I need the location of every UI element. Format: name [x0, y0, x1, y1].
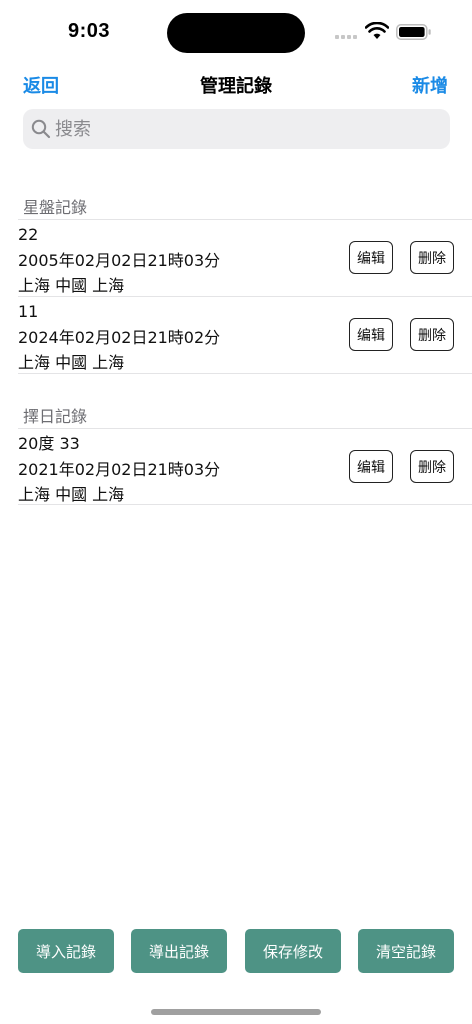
- divider: [18, 504, 472, 505]
- record-datetime: 2021年02月02日21時03分: [18, 459, 221, 479]
- record-text: 22 2005年02月02日21時03分 上海 中國 上海: [18, 222, 220, 299]
- divider: [18, 296, 472, 297]
- import-records-button[interactable]: 導入記錄: [18, 929, 114, 973]
- cellular-signal-icon: [335, 35, 357, 39]
- record-location: 上海 中國 上海: [18, 276, 125, 295]
- delete-button[interactable]: 删除: [410, 318, 454, 351]
- export-records-button[interactable]: 導出記錄: [131, 929, 227, 973]
- record-row[interactable]: 22 2005年02月02日21時03分 上海 中國 上海 编辑 删除: [0, 222, 472, 295]
- record-location: 上海 中國 上海: [18, 353, 125, 372]
- page-title: 管理記錄: [200, 76, 272, 97]
- edit-button[interactable]: 编辑: [349, 241, 393, 274]
- battery-icon: [396, 24, 431, 40]
- search-icon: [31, 119, 51, 139]
- wifi-icon: [365, 22, 389, 39]
- record-row[interactable]: 11 2024年02月02日21時02分 上海 中國 上海 编辑 删除: [0, 299, 472, 372]
- record-name: 20度 33: [18, 434, 80, 453]
- edit-button[interactable]: 编辑: [349, 450, 393, 483]
- manage-records-screen: 9:03 返回 管理記錄 新增 星盤記錄 22 2005年02月02: [0, 0, 472, 1024]
- divider: [18, 373, 472, 374]
- divider: [18, 428, 472, 429]
- section-header-date-selection-records: 擇日記錄: [23, 407, 88, 426]
- record-name: 11: [18, 302, 39, 321]
- save-changes-button[interactable]: 保存修改: [245, 929, 341, 973]
- delete-button[interactable]: 删除: [410, 241, 454, 274]
- record-text: 20度 33 2021年02月02日21時03分 上海 中國 上海: [18, 431, 220, 508]
- record-name: 22: [18, 225, 39, 244]
- edit-button[interactable]: 编辑: [349, 318, 393, 351]
- home-indicator[interactable]: [151, 1009, 321, 1015]
- divider: [18, 219, 472, 220]
- clear-records-button[interactable]: 清空記錄: [358, 929, 454, 973]
- add-button[interactable]: 新增: [412, 72, 448, 98]
- search-input[interactable]: [55, 109, 435, 149]
- search-bar[interactable]: [23, 109, 450, 149]
- dynamic-island: [167, 13, 305, 53]
- record-datetime: 2024年02月02日21時02分: [18, 327, 221, 347]
- record-datetime: 2005年02月02日21時03分: [18, 250, 221, 270]
- record-row[interactable]: 20度 33 2021年02月02日21時03分 上海 中國 上海 编辑 删除: [0, 431, 472, 504]
- delete-button[interactable]: 删除: [410, 450, 454, 483]
- section-header-chart-records: 星盤記錄: [23, 198, 88, 217]
- status-bar: 9:03: [0, 0, 472, 62]
- record-text: 11 2024年02月02日21時02分 上海 中國 上海: [18, 299, 220, 376]
- status-time: 9:03: [68, 20, 111, 42]
